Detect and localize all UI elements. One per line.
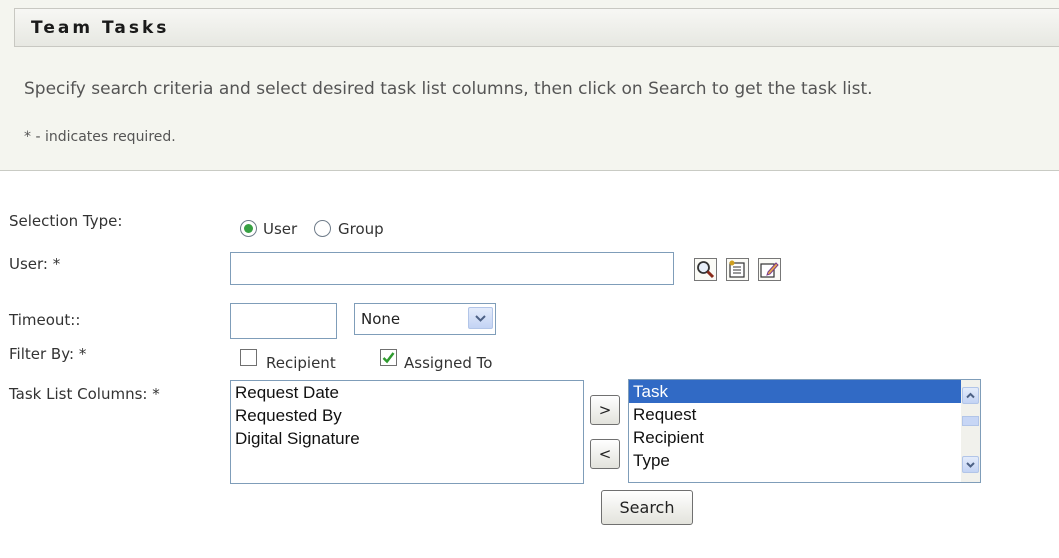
instruction-text: Specify search criteria and select desir…: [24, 79, 873, 99]
radio-group-label: Group: [338, 220, 384, 238]
chevron-down-icon[interactable]: [468, 307, 493, 329]
assigned-to-checkbox-label: Assigned To: [404, 354, 493, 372]
history-icon[interactable]: [726, 258, 749, 281]
radio-group[interactable]: [314, 220, 331, 237]
assigned-to-checkbox[interactable]: [380, 349, 397, 366]
task-list-columns-label: Task List Columns: *: [9, 385, 160, 403]
recipient-checkbox[interactable]: [240, 349, 257, 366]
radio-selected-dot: [244, 224, 253, 233]
radio-user[interactable]: [240, 220, 257, 237]
list-item[interactable]: Recipient: [629, 426, 980, 449]
list-item[interactable]: Request Date: [231, 381, 583, 404]
add-column-button[interactable]: >: [590, 395, 620, 425]
list-item[interactable]: Digital Signature: [231, 427, 583, 450]
edit-icon[interactable]: [758, 258, 781, 281]
checkmark-icon: [382, 352, 395, 364]
required-note: * - indicates required.: [24, 129, 176, 145]
page-title: Team Tasks: [31, 18, 170, 38]
user-input[interactable]: [230, 252, 674, 285]
list-item[interactable]: Requested By: [231, 404, 583, 427]
timeout-unit-select[interactable]: None: [354, 303, 496, 335]
scroll-down-icon[interactable]: [962, 456, 979, 473]
filter-by-label: Filter By: *: [9, 345, 87, 363]
available-columns-list[interactable]: Request Date Requested By Digital Signat…: [230, 380, 584, 484]
list-item-selected[interactable]: Task: [629, 380, 961, 403]
search-button[interactable]: Search: [601, 490, 693, 525]
scroll-up-icon[interactable]: [962, 387, 979, 404]
timeout-unit-value: None: [361, 310, 401, 328]
timeout-label: Timeout::: [9, 311, 81, 329]
search-icon[interactable]: [694, 258, 717, 281]
remove-column-button[interactable]: <: [590, 439, 620, 469]
recipient-checkbox-label: Recipient: [266, 354, 336, 372]
scroll-thumb[interactable]: [962, 416, 979, 426]
title-bar: Team Tasks: [14, 8, 1059, 47]
radio-user-label: User: [263, 220, 298, 238]
selection-type-label: Selection Type:: [9, 212, 123, 230]
user-label: User: *: [9, 255, 61, 273]
selected-columns-list[interactable]: Task Request Recipient Type: [628, 379, 981, 483]
list-item[interactable]: Type: [629, 449, 980, 472]
list-scrollbar[interactable]: [961, 380, 980, 482]
list-item[interactable]: Request: [629, 403, 980, 426]
timeout-input[interactable]: [230, 303, 337, 339]
instructions-panel: Team Tasks Specify search criteria and s…: [0, 0, 1059, 171]
